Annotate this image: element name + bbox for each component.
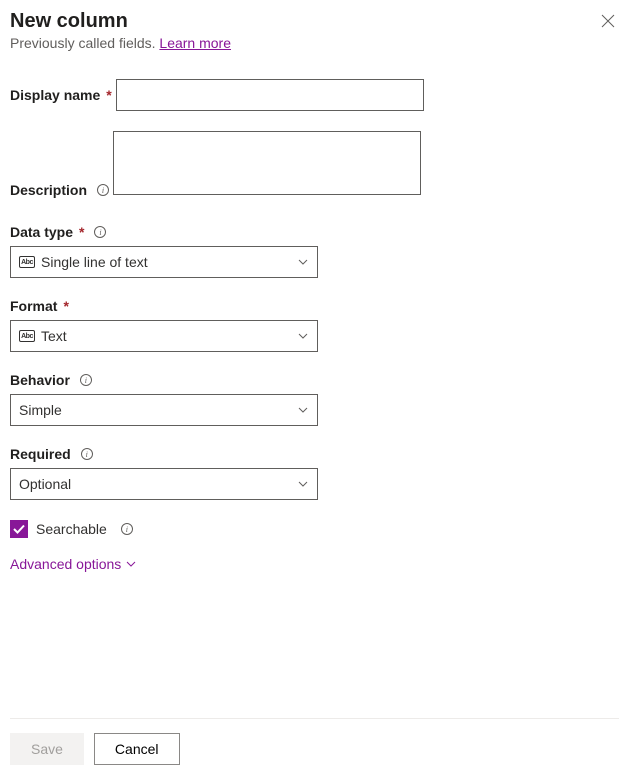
required-value: Optional	[19, 476, 71, 492]
advanced-options-toggle[interactable]: Advanced options	[10, 556, 619, 572]
required-select[interactable]: Optional	[10, 468, 318, 500]
panel-title: New column	[10, 10, 231, 33]
data-type-select[interactable]: Abc Single line of text	[10, 246, 318, 278]
cancel-button[interactable]: Cancel	[94, 733, 180, 765]
text-type-icon: Abc	[19, 330, 35, 342]
chevron-down-icon	[125, 558, 137, 570]
chevron-down-icon	[297, 256, 309, 268]
behavior-select[interactable]: Simple	[10, 394, 318, 426]
info-icon[interactable]: i	[121, 523, 133, 535]
info-icon[interactable]: i	[97, 184, 109, 196]
panel-subtitle: Previously called fields. Learn more	[10, 35, 231, 51]
behavior-value: Simple	[19, 402, 62, 418]
format-select[interactable]: Abc Text	[10, 320, 318, 352]
close-button[interactable]	[597, 10, 619, 35]
close-icon	[601, 14, 615, 28]
advanced-options-label: Advanced options	[10, 556, 121, 572]
description-input[interactable]	[113, 131, 421, 195]
format-value: Text	[41, 328, 67, 344]
data-type-value: Single line of text	[41, 254, 148, 270]
display-name-input[interactable]	[116, 79, 424, 111]
required-indicator: *	[106, 87, 111, 103]
chevron-down-icon	[297, 404, 309, 416]
format-label: Format*	[10, 298, 69, 314]
chevron-down-icon	[297, 478, 309, 490]
required-indicator: *	[63, 298, 68, 314]
searchable-label: Searchable	[36, 521, 107, 537]
save-button[interactable]: Save	[10, 733, 84, 765]
text-type-icon: Abc	[19, 256, 35, 268]
description-label: Description i	[10, 182, 109, 198]
required-label: Required i	[10, 446, 93, 462]
learn-more-link[interactable]: Learn more	[159, 35, 231, 51]
display-name-label: Display name*	[10, 87, 112, 103]
check-icon	[12, 522, 26, 536]
searchable-checkbox[interactable]	[10, 520, 28, 538]
required-indicator: *	[79, 224, 84, 240]
info-icon[interactable]: i	[80, 374, 92, 386]
behavior-label: Behavior i	[10, 372, 92, 388]
chevron-down-icon	[297, 330, 309, 342]
data-type-label: Data type* i	[10, 224, 106, 240]
subtitle-text: Previously called fields.	[10, 35, 159, 51]
info-icon[interactable]: i	[94, 226, 106, 238]
info-icon[interactable]: i	[81, 448, 93, 460]
